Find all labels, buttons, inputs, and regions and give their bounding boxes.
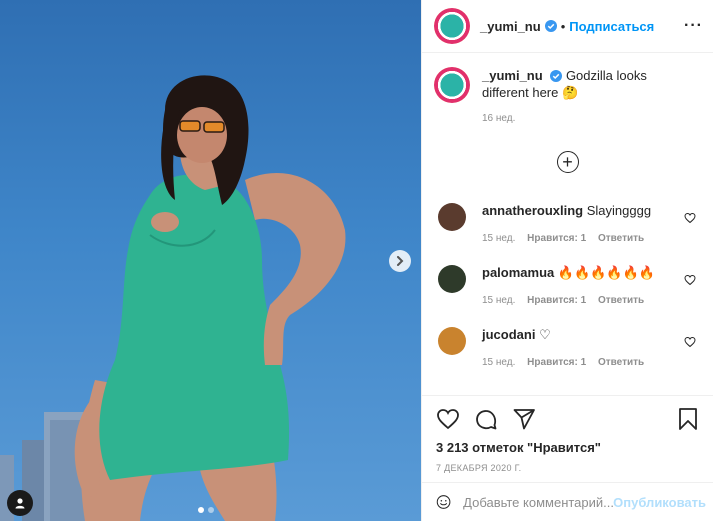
verified-badge-icon [550, 70, 563, 82]
comment-icon [476, 410, 497, 430]
add-comment-bar: Опубликовать [422, 482, 713, 521]
heart-icon [437, 409, 459, 430]
comment-heart-icon[interactable] [684, 336, 696, 348]
reply-button[interactable]: Ответить [598, 357, 644, 368]
bookmark-icon [679, 408, 697, 430]
comment-likes[interactable]: Нравится: 1 [527, 357, 586, 368]
post-view: _yumi_nu • Подписаться ··· _yumi_nu Godz… [0, 0, 713, 521]
more-options-button[interactable]: ··· [684, 17, 703, 35]
plus-circle-icon: + [562, 152, 573, 172]
comment-heart-icon[interactable] [684, 274, 696, 286]
carousel-dot [208, 507, 214, 513]
comment-item: palomamua 🔥🔥🔥🔥🔥🔥 15 нед. Нравится: 1 Отв… [422, 265, 713, 327]
author-username[interactable]: _yumi_nu [480, 19, 541, 34]
comments-list: annatherouxling Slayingggg 15 нед. Нрави… [422, 203, 713, 389]
reply-button[interactable]: Ответить [598, 233, 644, 244]
comment-body: annatherouxling Slayingggg 15 нед. Нрави… [482, 203, 653, 265]
next-photo-button[interactable] [389, 250, 411, 272]
post-photo[interactable] [0, 0, 421, 521]
load-more-comments-button[interactable]: + [556, 151, 579, 173]
publish-comment-button[interactable]: Опубликовать [613, 495, 706, 510]
commenter-username[interactable]: jucodani [482, 327, 535, 342]
send-icon [513, 409, 535, 430]
commenter-avatar[interactable] [438, 203, 466, 231]
commenter-username[interactable]: palomamua [482, 265, 554, 280]
comment-body: palomamua 🔥🔥🔥🔥🔥🔥 15 нед. Нравится: 1 Отв… [482, 265, 655, 327]
photo-scene [0, 75, 346, 521]
carousel-dots [198, 507, 214, 513]
comment-time[interactable]: 15 нед. [482, 233, 515, 244]
post-date[interactable]: 7 ДЕКАБРЯ 2020 Г. [436, 463, 700, 473]
verified-badge-icon [544, 20, 557, 32]
post-caption: _yumi_nu Godzilla looks different here 🤔… [422, 53, 713, 127]
commenter-avatar[interactable] [438, 265, 466, 293]
comment-time[interactable]: 15 нед. [482, 295, 515, 306]
commenter-avatar[interactable] [438, 327, 466, 355]
caption-author-avatar[interactable] [434, 67, 470, 103]
comment-item: annatherouxling Slayingggg 15 нед. Нрави… [422, 203, 713, 265]
user-tags-button[interactable] [7, 490, 33, 516]
follow-button[interactable]: Подписаться [569, 19, 654, 34]
commenter-username[interactable]: annatherouxling [482, 203, 583, 218]
comment-likes[interactable]: Нравится: 1 [527, 295, 586, 306]
save-button[interactable] [676, 407, 700, 431]
carousel-dot-active [198, 507, 204, 513]
comment-time[interactable]: 15 нед. [482, 357, 515, 368]
like-button[interactable] [436, 407, 460, 431]
comment-input[interactable] [463, 494, 614, 510]
header-separator: • [560, 18, 566, 34]
chevron-right-icon [397, 256, 404, 266]
comment-likes[interactable]: Нравится: 1 [527, 233, 586, 244]
comment-text: ♡ [539, 327, 551, 342]
author-avatar[interactable] [434, 8, 470, 44]
comment-button[interactable] [474, 407, 498, 431]
caption-time[interactable]: 16 нед. [482, 110, 687, 127]
reply-button[interactable]: Ответить [598, 295, 644, 306]
comment-text: 🔥🔥🔥🔥🔥🔥 [557, 265, 655, 280]
share-button[interactable] [512, 407, 536, 431]
comment-text: Slayingggg [586, 203, 652, 218]
comment-heart-icon[interactable] [684, 212, 696, 224]
emoji-icon[interactable] [436, 490, 451, 514]
likes-count[interactable]: 3 213 отметок "Нравится" [436, 440, 700, 455]
post-actions: 3 213 отметок "Нравится" 7 ДЕКАБРЯ 2020 … [422, 395, 713, 473]
user-tag-icon [15, 498, 25, 509]
caption-username[interactable]: _yumi_nu [482, 68, 543, 83]
caption-body: _yumi_nu Godzilla looks different here 🤔… [482, 67, 687, 127]
comment-body: jucodani ♡ 15 нед. Нравится: 1 Ответить [482, 327, 653, 389]
comment-item: jucodani ♡ 15 нед. Нравится: 1 Ответить [422, 327, 713, 389]
post-panel: _yumi_nu • Подписаться ··· _yumi_nu Godz… [421, 0, 713, 521]
post-header: _yumi_nu • Подписаться ··· [422, 0, 713, 53]
